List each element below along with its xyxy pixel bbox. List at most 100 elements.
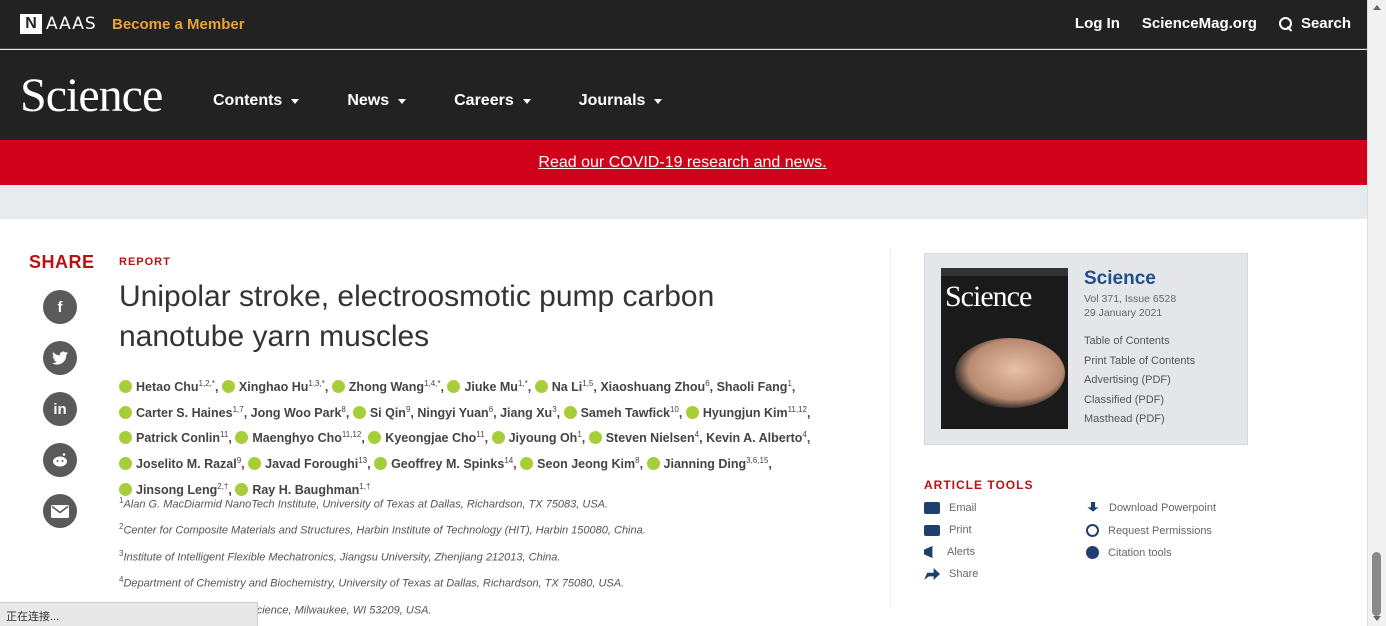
tool-citation-tools[interactable]: Citation tools [1086,546,1172,559]
orcid-icon[interactable] [331,380,345,394]
author-name: Na Li [551,380,583,395]
nav-item-contents[interactable]: Contents [213,92,300,110]
author-link[interactable]: Si Qin9 [352,405,410,420]
top-right-links: Log In ScienceMag.org Search [1075,15,1351,32]
author-link[interactable]: Xinghao Hu1,3,* [221,379,325,394]
tool-request-permissions[interactable]: Request Permissions [1086,524,1212,537]
share-title: SHARE [29,252,95,272]
author-link[interactable]: Javad Foroughi13 [248,456,367,472]
author-link[interactable]: Jianning Ding3,6,15 [646,455,769,471]
scroll-down-icon[interactable] [1373,616,1381,621]
search-button[interactable]: Search [1278,15,1351,32]
scroll-thumb[interactable] [1372,552,1381,616]
orcid-icon[interactable] [235,431,249,445]
author-link[interactable]: Patrick Conlin11 [119,430,228,445]
issue-name[interactable]: Science [1084,268,1195,290]
nav-item-careers[interactable]: Careers [454,92,531,110]
orcid-icon[interactable] [563,405,577,419]
author-link[interactable]: Hyungjun Kim11,12 [685,405,807,420]
orcid-icon[interactable] [352,405,366,419]
classified-link[interactable]: Classified (PDF) [1084,391,1195,411]
author-name: Hetao Chu [136,380,199,395]
vertical-scrollbar[interactable] [1367,0,1386,626]
tool-print[interactable]: Print [924,524,972,536]
share-reddit-button[interactable] [43,443,77,477]
share-twitter-button[interactable] [43,341,77,375]
tool-label: Email [949,502,977,514]
author-link[interactable]: Seon Jeong Kim8 [520,456,640,471]
scroll-up-icon[interactable] [1373,5,1381,10]
become-member-link[interactable]: Become a Member [112,16,245,33]
print-toc-link[interactable]: Print Table of Contents [1084,352,1195,372]
sciencemag-link[interactable]: ScienceMag.org [1142,15,1257,32]
author-affiliation-marker: 4 [694,430,700,440]
orcid-icon[interactable] [248,457,262,471]
author-link[interactable]: Zhong Wang1,4,* [331,379,440,395]
author-link[interactable]: Geoffrey M. Spinks14 [374,455,514,471]
author-link[interactable]: Kyeongjae Cho11 [368,430,485,445]
author-affiliation-marker: 3 [552,404,557,414]
tool-label: Print [949,524,972,536]
covid-banner: Read our COVID-19 research and news. [0,140,1367,185]
author-link[interactable]: Steven Nielsen4 [588,430,700,445]
orcid-icon[interactable] [368,431,382,445]
orcid-icon[interactable] [221,380,235,394]
nav-item-label: Journals [578,92,646,109]
author-link[interactable]: Jong Woo Park8 [251,405,346,420]
share-linkedin-button[interactable]: in [43,392,77,426]
author-link[interactable]: Maenghyo Cho11,12 [235,430,361,445]
author-link[interactable]: Jiang Xu3 [500,404,557,420]
orcid-icon[interactable] [588,431,602,445]
top-utility-bar: N AAAS Become a Member Log In ScienceMag… [0,0,1367,49]
orcid-icon[interactable] [646,457,660,471]
orcid-icon[interactable] [447,380,461,394]
author-affiliation-marker: 14 [504,455,514,465]
orcid-icon[interactable] [491,431,505,445]
tool-email[interactable]: Email [924,502,977,514]
author-affiliation-marker: 4 [802,430,807,440]
share-email-button[interactable] [43,494,77,528]
orcid-icon[interactable] [119,405,132,419]
science-logo[interactable]: Science [20,68,163,123]
tool-alerts[interactable]: Alerts [924,546,975,558]
author-name: Jiyoung Oh [508,431,578,446]
author-link[interactable]: Kevin A. Alberto4 [706,430,807,445]
author-link[interactable]: Joselito M. Razal9 [119,456,241,471]
author-link[interactable]: Carter S. Haines1,7 [119,405,244,420]
issue-cover-image[interactable]: Science [941,268,1068,429]
author-link[interactable]: Ningyi Yuan6 [417,405,493,420]
orcid-icon[interactable] [685,405,699,419]
author-list: Hetao Chu1,2,*, Xinghao Hu1,3,*, Zhong W… [119,373,869,501]
author-link[interactable]: Shaoli Fang1 [717,379,792,394]
orcid-icon[interactable] [374,457,388,471]
author-link[interactable]: Jiuke Mu1,* [447,379,528,394]
orcid-icon[interactable] [119,380,132,394]
tool-download-powerpoint[interactable]: Download Powerpoint [1086,502,1216,514]
masthead-link[interactable]: Masthead (PDF) [1084,410,1195,430]
author-link[interactable]: Jiyoung Oh1 [491,430,582,446]
author-name: Zhong Wang [348,380,425,395]
author-link[interactable]: Sameh Tawfick10 [563,405,679,420]
orcid-icon[interactable] [119,431,132,445]
author-link[interactable]: Hetao Chu1,2,* [119,379,215,395]
nav-item-journals[interactable]: Journals [579,92,663,110]
author-link[interactable]: Xiaoshuang Zhou6 [600,379,709,394]
issue-volume: Vol 371, Issue 6528 [1084,293,1177,305]
table-of-contents-link[interactable]: Table of Contents [1084,332,1195,352]
aaas-logo[interactable]: N AAAS [20,14,97,34]
author-name: Javad Foroughi [265,457,359,472]
covid-banner-link[interactable]: Read our COVID-19 research and news. [538,154,826,172]
nav-item-news[interactable]: News [347,92,407,110]
author-link[interactable]: Na Li1,5 [534,379,593,395]
advertising-link[interactable]: Advertising (PDF) [1084,371,1195,391]
orcid-icon[interactable] [119,457,132,471]
nav-item-label: Careers [454,92,514,109]
login-link[interactable]: Log In [1075,15,1120,32]
search-label: Search [1300,15,1351,32]
orcid-icon[interactable] [534,380,548,394]
share-facebook-button[interactable]: f [43,290,77,324]
orcid-icon[interactable] [520,457,534,471]
facebook-icon: f [57,298,63,316]
author-affiliation-marker: 3,6,15 [746,455,769,465]
tool-share[interactable]: Share [924,568,978,580]
